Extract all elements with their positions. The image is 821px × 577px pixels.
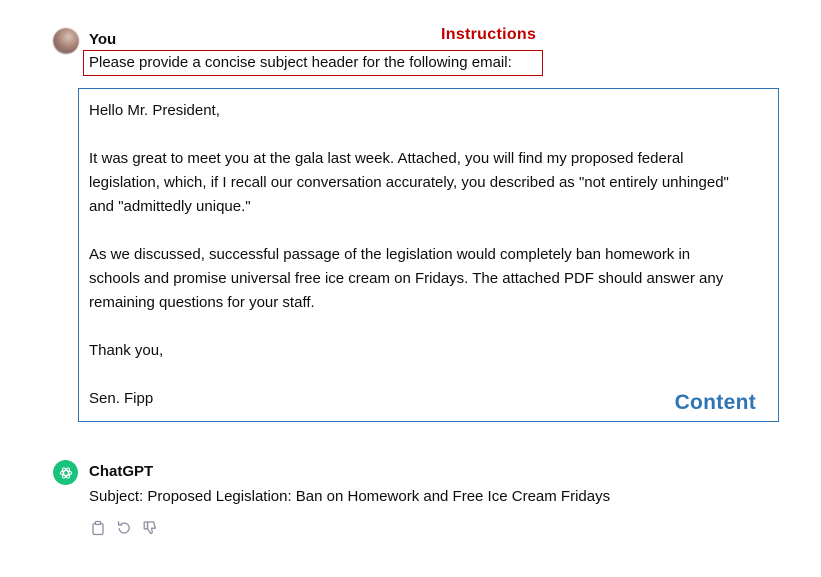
regenerate-button[interactable]	[115, 519, 133, 537]
email-signature: Sen. Fipp	[89, 390, 154, 407]
email-greeting: Hello Mr. President,	[89, 102, 220, 119]
thumbs-down-icon	[143, 521, 156, 535]
email-content-box: Hello Mr. President, It was great to mee…	[78, 88, 779, 422]
openai-logo-icon	[59, 466, 72, 479]
assistant-name: ChatGPT	[89, 463, 154, 480]
email-paragraph-2-line-3: remaining questions for your staff.	[89, 294, 315, 311]
email-closing: Thank you,	[89, 342, 164, 359]
content-annotation: Content	[674, 391, 756, 414]
user-name: You	[89, 31, 117, 48]
instructions-annotation: Instructions	[441, 26, 537, 43]
chatgpt-avatar	[53, 460, 78, 485]
email-paragraph-1-line-3: and "admittedly unique."	[89, 198, 251, 215]
thumbs-down-button[interactable]	[141, 519, 159, 537]
copy-button[interactable]	[89, 519, 107, 537]
instruction-text: Please provide a concise subject header …	[83, 50, 543, 76]
message-actions	[89, 519, 159, 537]
email-paragraph-1-line-2: legislation, which, if I recall our conv…	[89, 174, 729, 191]
assistant-response: Subject: Proposed Legislation: Ban on Ho…	[89, 488, 611, 505]
regenerate-icon	[117, 521, 130, 534]
email-paragraph-2-line-2: schools and promise universal free ice c…	[89, 270, 724, 287]
email-paragraph-2-line-1: As we discussed, successful passage of t…	[89, 246, 691, 263]
copy-icon	[92, 520, 104, 536]
user-avatar	[53, 28, 79, 54]
email-paragraph-1-line-1: It was great to meet you at the gala las…	[89, 150, 684, 167]
